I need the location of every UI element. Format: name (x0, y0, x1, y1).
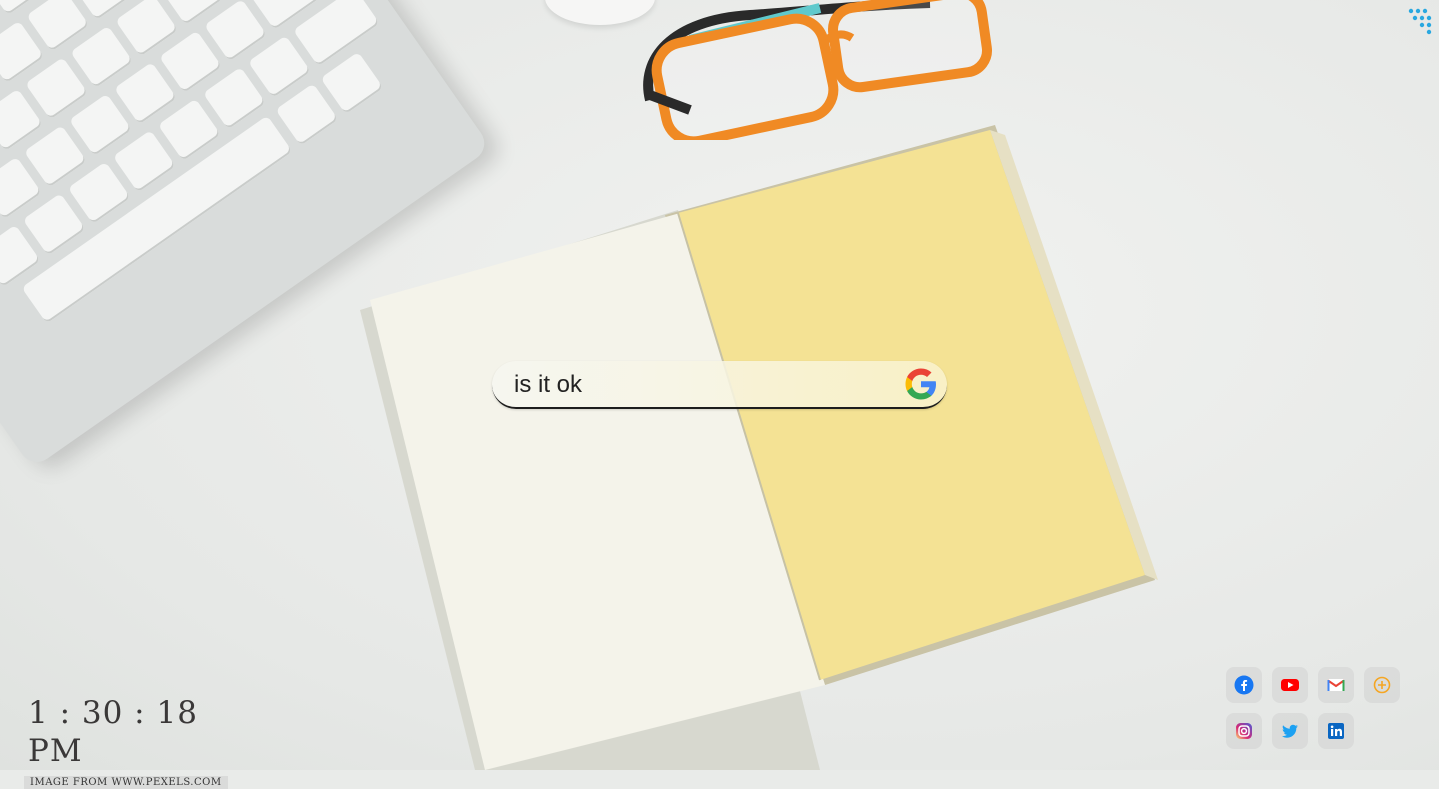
wallpaper-glasses (643, 0, 992, 140)
facebook-button[interactable] (1226, 667, 1262, 703)
instagram-button[interactable] (1226, 713, 1262, 749)
linkedin-button[interactable] (1318, 713, 1354, 749)
clock-time: 1 : 30 : 18 PM (28, 695, 198, 769)
image-credit: Image from www.pexels.com (24, 776, 228, 789)
google-g-icon[interactable] (903, 366, 939, 402)
apps-grid-icon[interactable] (1405, 6, 1435, 36)
gmail-button[interactable] (1318, 667, 1354, 703)
search-bar (492, 361, 947, 409)
twitter-button[interactable] (1272, 713, 1308, 749)
search-input[interactable] (512, 369, 886, 401)
youtube-icon (1281, 679, 1299, 691)
instagram-icon (1236, 723, 1252, 739)
add-circle-icon (1373, 676, 1391, 694)
linkedin-icon (1328, 723, 1344, 739)
gmail-icon (1327, 679, 1345, 691)
facebook-icon (1234, 675, 1254, 695)
clock-widget: 1 : 30 : 18 PM Image from www.pexels.com (24, 694, 228, 789)
add-shortcut-button[interactable] (1364, 667, 1400, 703)
wallpaper-notebook (360, 125, 1158, 770)
twitter-icon (1282, 724, 1298, 738)
youtube-button[interactable] (1272, 667, 1308, 703)
